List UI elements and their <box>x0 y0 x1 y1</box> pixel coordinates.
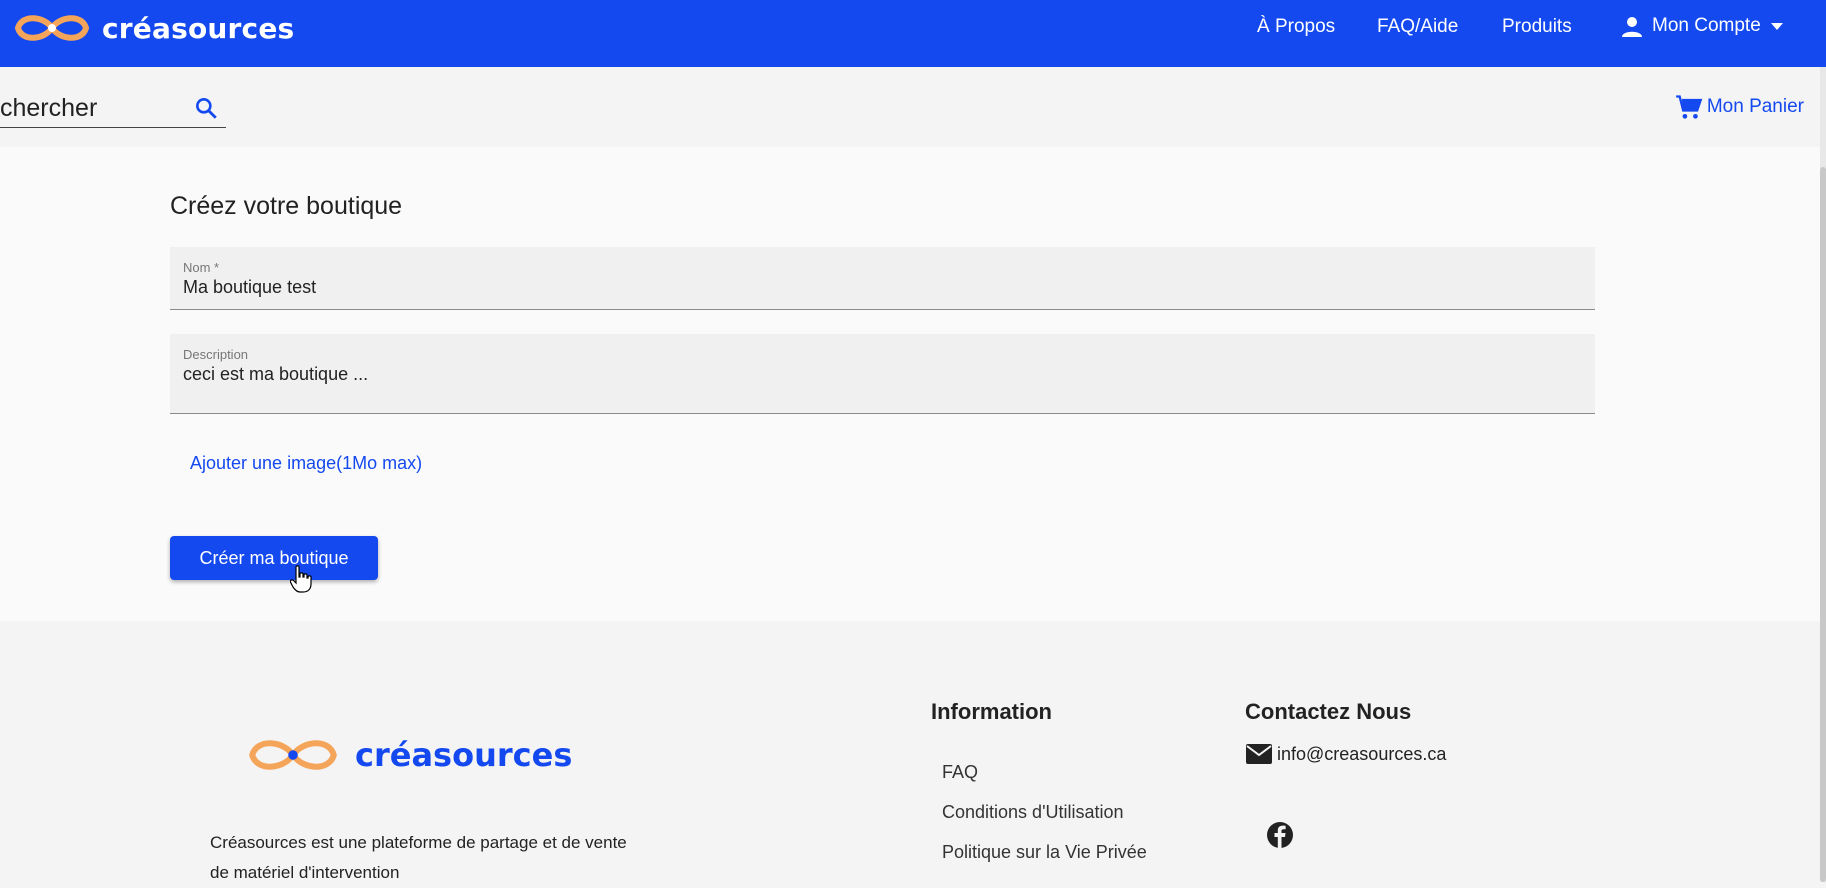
account-icon <box>1622 17 1642 37</box>
page-scrollbar[interactable] <box>1820 67 1826 882</box>
cart-icon <box>1675 95 1703 119</box>
name-field-label: Nom * <box>183 260 220 275</box>
infinity-logo-icon <box>249 740 337 770</box>
footer-description: Créasources est une plateforme de partag… <box>210 833 627 882</box>
create-shop-button[interactable]: Créer ma boutique <box>170 536 378 580</box>
header-brand-name: créasources <box>102 11 295 45</box>
contact-email-text: info@creasources.ca <box>1277 743 1447 764</box>
add-image-link[interactable]: Ajouter une image(1Mo max) <box>190 453 422 474</box>
search-icon[interactable] <box>193 95 219 121</box>
nav-account[interactable]: Mon Compte <box>1620 14 1785 38</box>
scrollbar-thumb[interactable] <box>1820 167 1826 882</box>
cart-link[interactable]: Mon Panier <box>1675 93 1804 121</box>
footer-brand-name: créasources <box>355 736 573 774</box>
information-heading: Information <box>931 699 1052 724</box>
description-field[interactable]: Description ceci est ma boutique ... <box>170 334 1595 414</box>
caret-down-icon <box>1770 23 1783 30</box>
contact-email[interactable]: info@creasources.ca <box>1245 743 1446 765</box>
footer-logo: créasources <box>245 731 572 779</box>
nav-faq[interactable]: FAQ/Aide <box>1377 16 1458 38</box>
mail-icon <box>1246 744 1272 764</box>
description-field-label: Description <box>183 347 249 362</box>
cart-label: Mon Panier <box>1706 96 1804 117</box>
hand-pointer-icon <box>290 565 312 593</box>
facebook-icon[interactable] <box>1266 821 1294 849</box>
top-navbar: créasources À Propos FAQ/Aide Produits M… <box>0 0 1826 67</box>
header-logo[interactable]: créasources <box>12 6 294 50</box>
footer-link-terms[interactable]: Conditions d'Utilisation <box>942 802 1124 823</box>
footer: créasources Créasources est une platefor… <box>0 621 1826 882</box>
name-field-value[interactable]: Ma boutique test <box>183 277 316 298</box>
create-shop-section: Créez votre boutique Nom * Ma boutique t… <box>0 147 1826 621</box>
footer-link-faq[interactable]: FAQ <box>942 762 978 783</box>
nav-about[interactable]: À Propos <box>1257 16 1335 38</box>
search-bar-row: Mon Panier <box>0 67 1826 147</box>
nav-products[interactable]: Produits <box>1502 16 1572 38</box>
nav-account-label: Mon Compte <box>1652 15 1761 36</box>
search-box <box>0 89 226 128</box>
search-input[interactable] <box>0 91 192 125</box>
infinity-logo-icon <box>14 15 90 41</box>
description-field-value[interactable]: ceci est ma boutique ... <box>183 364 368 385</box>
page-title: Créez votre boutique <box>170 192 403 220</box>
footer-link-privacy[interactable]: Politique sur la Vie Privée <box>942 842 1147 863</box>
name-field[interactable]: Nom * Ma boutique test <box>170 247 1595 310</box>
contact-heading: Contactez Nous <box>1245 699 1412 724</box>
